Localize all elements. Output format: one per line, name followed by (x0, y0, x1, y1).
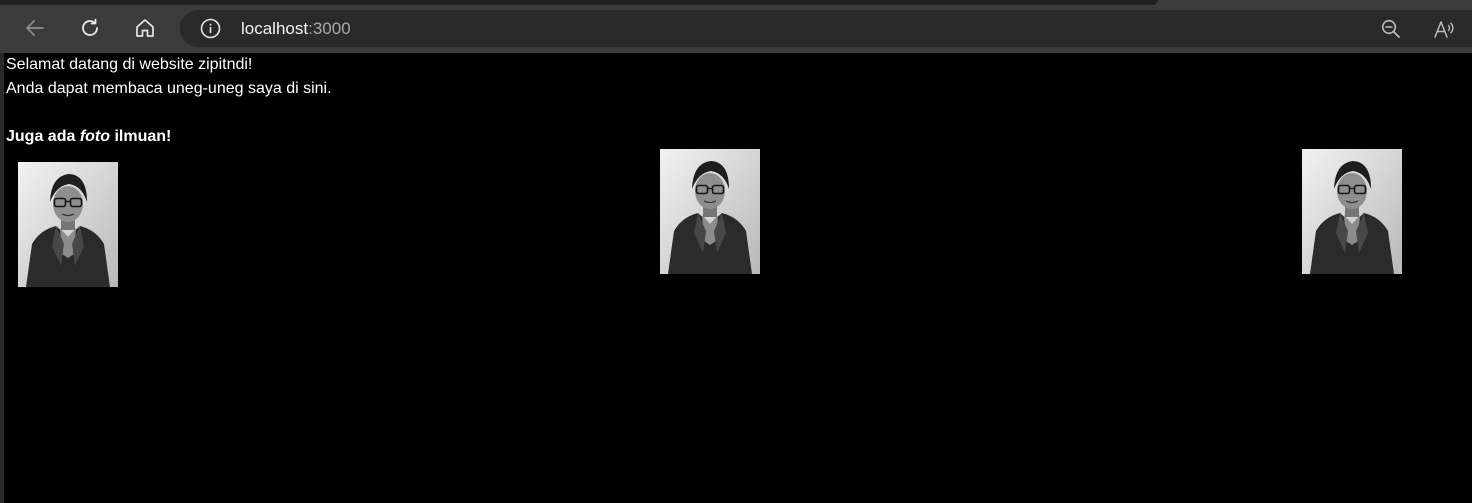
scientist-photo (1302, 149, 1402, 274)
photos-heading-end: ilmuan! (110, 128, 172, 145)
photos-heading-start: Juga ada (6, 128, 80, 145)
info-icon[interactable] (200, 18, 221, 39)
browser-window: localhost:3000 Selamat datang di website… (0, 0, 1472, 503)
url-text[interactable]: localhost:3000 (241, 18, 351, 39)
refresh-icon (82, 18, 98, 36)
photos-heading: Juga ada foto ilmuan! (6, 127, 171, 147)
url-port: :3000 (308, 19, 351, 38)
address-bar[interactable]: localhost:3000 (180, 10, 1472, 47)
page-viewport: Selamat datang di website zipitndi! Anda… (4, 53, 1472, 503)
refresh-button[interactable] (74, 12, 106, 44)
back-button[interactable] (19, 12, 51, 44)
tab-strip (0, 0, 1158, 5)
browser-toolbar: localhost:3000 (0, 0, 1472, 53)
intro-text: Anda dapat membaca uneg-uneg saya di sin… (6, 80, 332, 97)
zoom-out-icon[interactable] (1380, 18, 1402, 40)
home-icon (136, 19, 154, 37)
welcome-text: Selamat datang di website zipitndi! (6, 56, 253, 73)
scientist-photo (18, 162, 118, 287)
home-button[interactable] (129, 12, 161, 44)
url-host: localhost (241, 19, 309, 38)
scientist-photo (660, 149, 760, 274)
read-aloud-icon[interactable] (1432, 17, 1456, 41)
photos-heading-emphasis: foto (79, 128, 111, 145)
back-arrow-icon (26, 20, 44, 36)
